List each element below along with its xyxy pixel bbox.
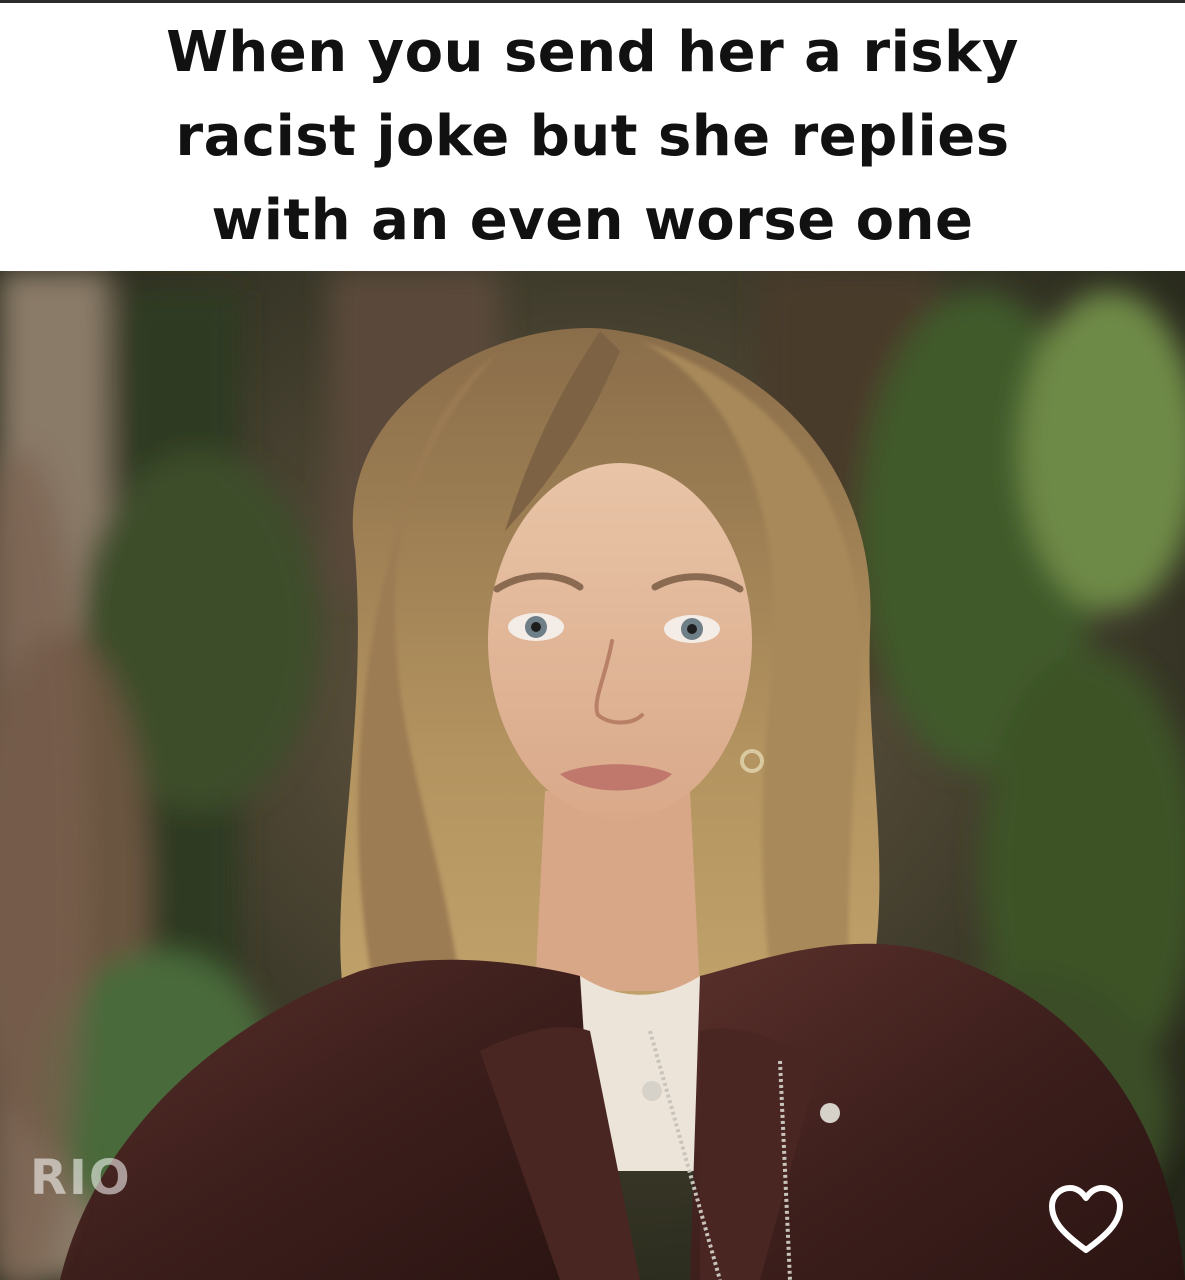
caption-line-1: When you send her a risky (166, 20, 1019, 85)
jacket-snap-left (642, 1081, 662, 1101)
jacket-snap-right (820, 1103, 840, 1123)
meme-photo (0, 271, 1185, 1280)
meme-caption: When you send her a risky racist joke bu… (43, 11, 1143, 263)
meme-caption-area: When you send her a risky racist joke bu… (0, 3, 1185, 271)
watermark: RIO (30, 1150, 132, 1206)
neck (535, 791, 700, 991)
caption-line-3: with an even worse one (211, 188, 974, 253)
like-button[interactable] (1046, 1184, 1126, 1256)
heart-outline-icon (1049, 1185, 1123, 1253)
caption-line-2: racist joke but she replies (175, 104, 1010, 169)
